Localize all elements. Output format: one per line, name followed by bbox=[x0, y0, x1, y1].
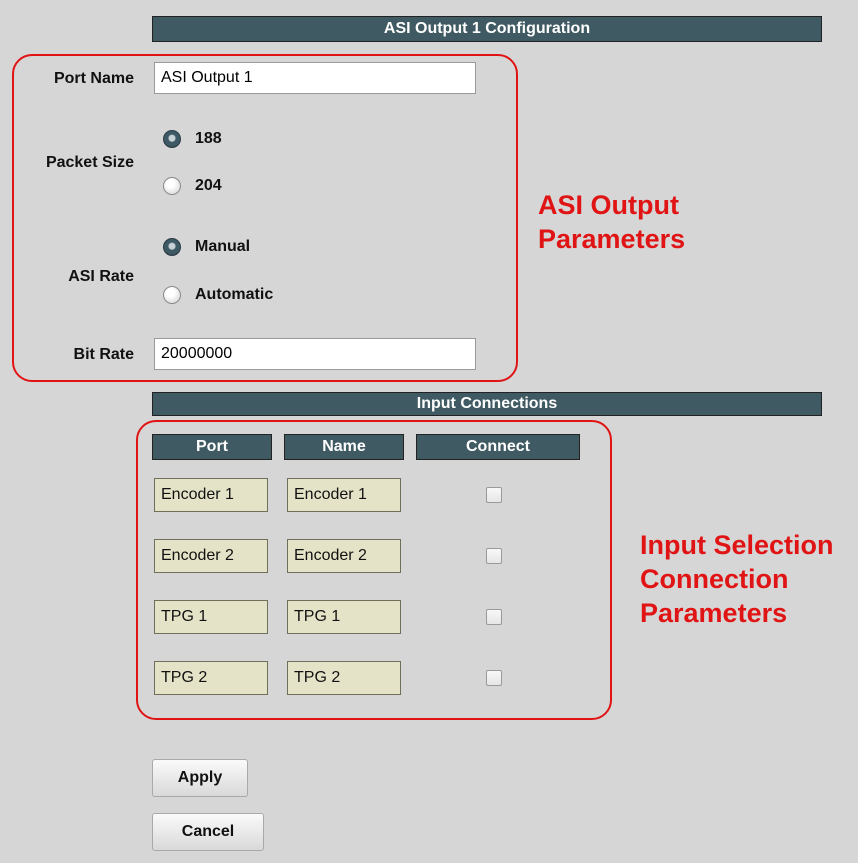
input-selection-callout-box bbox=[136, 420, 612, 720]
callout-line: Parameters bbox=[640, 598, 788, 628]
callout-line: Parameters bbox=[538, 224, 686, 254]
input-selection-callout-text: Input Selection Connection Parameters bbox=[640, 528, 834, 630]
apply-button[interactable]: Apply bbox=[152, 759, 248, 797]
cancel-button[interactable]: Cancel bbox=[152, 813, 264, 851]
callout-line: Connection bbox=[640, 564, 789, 594]
callout-line: ASI Output bbox=[538, 190, 679, 220]
asi-output-callout-text: ASI Output Parameters bbox=[538, 188, 685, 256]
callout-line: Input Selection bbox=[640, 530, 834, 560]
asi-output-callout-box bbox=[12, 54, 518, 382]
input-connections-header: Input Connections bbox=[152, 392, 822, 416]
config-header: ASI Output 1 Configuration bbox=[152, 16, 822, 42]
